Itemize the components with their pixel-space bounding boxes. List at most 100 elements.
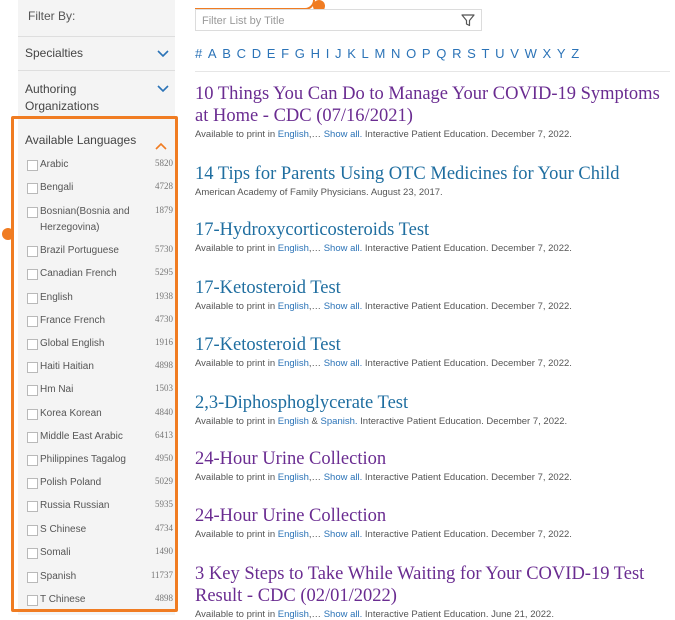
language-option[interactable]: Polish Poland 5029: [27, 475, 173, 495]
alphabet-letter-h[interactable]: H: [311, 46, 320, 61]
checkbox[interactable]: [27, 572, 38, 583]
alphabet-letter-n[interactable]: N: [391, 46, 400, 61]
alphabet-letter-s[interactable]: S: [467, 46, 476, 61]
checkbox[interactable]: [27, 269, 38, 280]
alphabet-letter-x[interactable]: X: [543, 46, 552, 61]
result-title-link[interactable]: 24-Hour Urine Collection: [195, 505, 670, 527]
language-link[interactable]: English: [278, 416, 309, 427]
language-link[interactable]: English: [278, 529, 309, 540]
checkbox[interactable]: [27, 525, 38, 536]
alphabet-letter-y[interactable]: Y: [557, 46, 566, 61]
alphabet-letter-hash[interactable]: #: [195, 46, 202, 61]
language-option[interactable]: Bosnian(Bosnia and Herzegovina) 1879: [27, 204, 173, 240]
available-languages-header[interactable]: Available Languages: [25, 133, 136, 147]
alphabet-letter-o[interactable]: O: [406, 46, 416, 61]
chevron-up-icon[interactable]: [155, 137, 167, 150]
filter-title-input[interactable]: [200, 12, 454, 30]
language-link[interactable]: English: [278, 301, 309, 312]
result-title-link[interactable]: 17-Hydroxycorticosteroids Test: [195, 219, 670, 241]
language-link[interactable]: English: [278, 243, 309, 254]
checkbox[interactable]: [27, 183, 38, 194]
specialties-section[interactable]: Specialties: [18, 36, 175, 71]
language-option[interactable]: Spanish 11737: [27, 569, 173, 589]
result-title-link[interactable]: 10 Things You Can Do to Manage Your COVI…: [195, 83, 670, 127]
alphabet-letter-p[interactable]: P: [422, 46, 431, 61]
alphabet-letter-r[interactable]: R: [452, 46, 461, 61]
alphabet-letter-g[interactable]: G: [295, 46, 305, 61]
language-link[interactable]: English: [278, 358, 309, 369]
language-option[interactable]: France French 4730: [27, 313, 173, 333]
result-meta: American Academy of Family Physicians. A…: [195, 187, 670, 198]
result-title-link[interactable]: 3 Key Steps to Take While Waiting for Yo…: [195, 563, 670, 607]
checkbox[interactable]: [27, 316, 38, 327]
result-title-link[interactable]: 2,3-Diphosphoglycerate Test: [195, 392, 670, 414]
alphabet-letter-q[interactable]: Q: [436, 46, 446, 61]
checkbox[interactable]: [27, 246, 38, 257]
divider: [195, 71, 670, 72]
checkbox[interactable]: [27, 501, 38, 512]
language-option[interactable]: Bengali 4728: [27, 180, 173, 200]
language-option[interactable]: Russia Russian 5935: [27, 498, 173, 518]
checkbox[interactable]: [27, 362, 38, 373]
language-option[interactable]: T Chinese 4898: [27, 592, 173, 612]
language-option[interactable]: Brazil Portuguese 5730: [27, 243, 173, 263]
filter-search-box[interactable]: [195, 9, 482, 31]
alphabet-letter-c[interactable]: C: [237, 46, 246, 61]
alphabet-letter-m[interactable]: M: [374, 46, 385, 61]
show-all-link[interactable]: Show all.: [324, 129, 363, 140]
alphabet-letter-k[interactable]: K: [347, 46, 356, 61]
checkbox[interactable]: [27, 409, 38, 420]
language-option[interactable]: Hm Nai 1503: [27, 382, 173, 402]
alphabet-letter-w[interactable]: W: [525, 46, 537, 61]
checkbox[interactable]: [27, 595, 38, 606]
checkbox[interactable]: [27, 293, 38, 304]
language-option[interactable]: Arabic 5820: [27, 157, 173, 177]
language-count: 5730: [155, 244, 173, 254]
alphabet-letter-z[interactable]: Z: [571, 46, 579, 61]
alphabet-letter-l[interactable]: L: [362, 46, 369, 61]
result-title-link[interactable]: 17-Ketosteroid Test: [195, 334, 670, 356]
filter-funnel-icon[interactable]: [461, 14, 475, 27]
alphabet-letter-f[interactable]: F: [281, 46, 289, 61]
checkbox[interactable]: [27, 160, 38, 171]
result-title-link[interactable]: 24-Hour Urine Collection: [195, 448, 670, 470]
checkbox[interactable]: [27, 478, 38, 489]
checkbox[interactable]: [27, 548, 38, 559]
checkbox[interactable]: [27, 207, 38, 218]
alphabet-letter-t[interactable]: T: [482, 46, 490, 61]
language-option[interactable]: Haiti Haitian 4898: [27, 359, 173, 379]
alphabet-letter-b[interactable]: B: [222, 46, 231, 61]
language-option[interactable]: S Chinese 4734: [27, 522, 173, 542]
show-all-link[interactable]: Show all.: [324, 472, 363, 483]
result-title-link[interactable]: 17-Ketosteroid Test: [195, 277, 670, 299]
alphabet-letter-e[interactable]: E: [267, 46, 276, 61]
alphabet-letter-j[interactable]: J: [335, 46, 342, 61]
language-option[interactable]: Middle East Arabic 6413: [27, 429, 173, 449]
language-option[interactable]: English 1938: [27, 290, 173, 310]
language-link[interactable]: English: [278, 129, 309, 140]
alphabet-letter-i[interactable]: I: [326, 46, 330, 61]
authoring-organizations-section[interactable]: Authoring Organizations: [18, 70, 175, 117]
checkbox[interactable]: [27, 455, 38, 466]
result-title-link[interactable]: 14 Tips for Parents Using OTC Medicines …: [195, 163, 670, 185]
checkbox[interactable]: [27, 385, 38, 396]
language-option[interactable]: Canadian French 5295: [27, 266, 173, 286]
show-all-link[interactable]: Show all.: [324, 301, 363, 312]
alphabet-letter-d[interactable]: D: [252, 46, 261, 61]
show-all-link[interactable]: Show all.: [324, 358, 363, 369]
language-option[interactable]: Korea Korean 4840: [27, 406, 173, 426]
spanish-link[interactable]: Spanish.: [321, 416, 358, 427]
language-link[interactable]: English: [278, 472, 309, 483]
alphabet-letter-u[interactable]: U: [495, 46, 504, 61]
language-option[interactable]: Somali 1490: [27, 545, 173, 565]
alphabet-letter-a[interactable]: A: [208, 46, 217, 61]
show-all-link[interactable]: Show all.: [324, 243, 363, 254]
checkbox[interactable]: [27, 432, 38, 443]
language-option[interactable]: Philippines Tagalog 4950: [27, 452, 173, 472]
checkbox[interactable]: [27, 339, 38, 350]
show-all-link[interactable]: Show all.: [324, 529, 363, 540]
chevron-down-icon: [157, 85, 169, 93]
meta-separator: ,…: [308, 243, 324, 254]
language-option[interactable]: Global English 1916: [27, 336, 173, 356]
alphabet-letter-v[interactable]: V: [510, 46, 519, 61]
